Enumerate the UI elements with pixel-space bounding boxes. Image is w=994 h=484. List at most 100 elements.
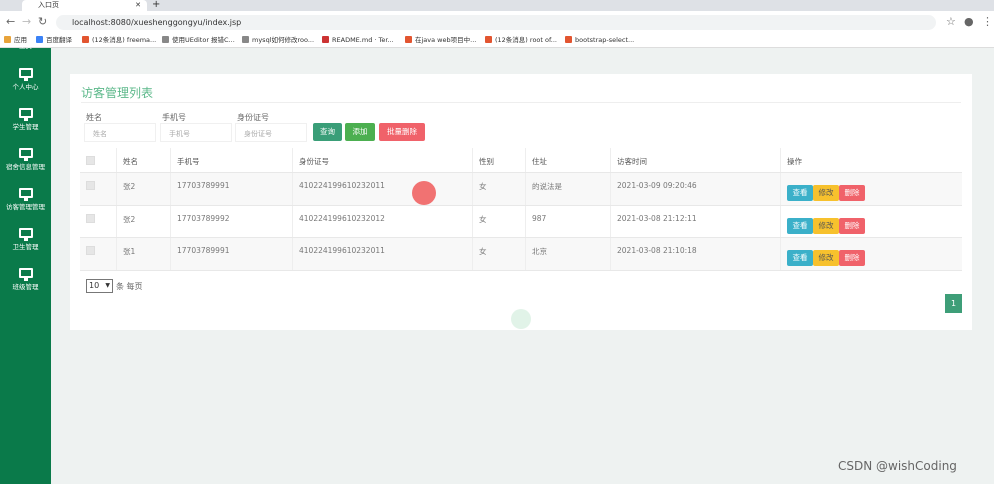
column-header: 操作 — [787, 157, 802, 166]
row-checkbox[interactable] — [86, 181, 95, 190]
column-header: 性别 — [479, 157, 494, 166]
sidebar-item[interactable]: 主页 — [0, 40, 51, 50]
name-input[interactable]: 姓名 — [84, 123, 156, 142]
sidebar-item[interactable]: 访客管理管理 — [0, 188, 51, 211]
bookmark-label: mysql如何修改roo... — [252, 36, 315, 44]
bookmark-item[interactable]: (12条消息) freema... — [82, 33, 156, 48]
column-header: 身份证号 — [299, 157, 329, 166]
sidebar-item[interactable]: 宿舍信息管理 — [0, 148, 51, 171]
edit-button[interactable]: 修改 — [813, 217, 839, 234]
monitor-icon — [18, 68, 33, 81]
chevron-down-icon: ▼ — [105, 282, 110, 289]
delete-button[interactable]: 删除 — [839, 250, 865, 266]
column-header: 姓名 — [123, 157, 138, 166]
table-cell: 17703789991 — [170, 238, 292, 270]
table-cell — [80, 206, 116, 238]
monitor-icon — [18, 228, 33, 241]
view-button[interactable]: 查看 — [787, 217, 813, 234]
bookmarks-bar: 应用 百度翻译 (12条消息) freema... 使用UEditor 报错C... m… — [0, 33, 994, 48]
bookmark-label: 使用UEditor 报错C... — [172, 36, 235, 44]
sidebar-item-label: 访客管理管理 — [6, 203, 45, 211]
bookmark-icon — [322, 36, 329, 43]
bookmark-item[interactable]: bootstrap-select... — [565, 33, 634, 48]
monitor-icon — [18, 108, 33, 121]
table-cell: 2021-03-09 09:20:46 — [610, 173, 780, 205]
table-cell: 女 — [472, 173, 525, 205]
table-cell: 张1 — [116, 238, 170, 270]
page-button-1[interactable]: 1 — [945, 294, 962, 313]
monitor-icon — [18, 268, 33, 281]
menu-icon[interactable]: ⋮ — [982, 15, 993, 28]
table-cell: 张2 — [116, 205, 170, 237]
page-size-value: 10 — [89, 281, 100, 290]
bookmark-item[interactable]: mysql如何修改roo... — [242, 33, 314, 48]
reload-icon[interactable]: ↻ — [38, 15, 47, 28]
sidebar-item[interactable]: 班级管理 — [0, 268, 51, 291]
url-input[interactable]: localhost:8080/xueshenggongyu/index.jsp — [56, 15, 936, 30]
bookmark-item[interactable]: README.md · Ter... — [322, 33, 394, 48]
divider — [81, 102, 961, 103]
idcard-input[interactable]: 身份证号 — [235, 123, 307, 142]
close-tab-icon[interactable]: ✕ — [135, 0, 141, 11]
cell-value: 张2 — [123, 214, 136, 224]
cell-value: 17703789992 — [177, 213, 230, 223]
add-button[interactable]: 添加 — [345, 123, 375, 141]
new-tab-icon[interactable]: + — [152, 0, 160, 10]
cell-value: 410224199610232011 — [299, 246, 385, 255]
table-header: 姓名 手机号 身份证号 性别 住址 访客时间 操作 — [80, 148, 962, 173]
cell-value: 17703789991 — [177, 246, 230, 255]
table-cell: 女 — [472, 205, 525, 237]
page-size-select[interactable]: 10 ▼ — [86, 279, 113, 293]
table-cell: 2021-03-08 21:12:11 — [610, 205, 780, 237]
sidebar-item[interactable]: 个人中心 — [0, 68, 51, 91]
cell-value: 女 — [479, 214, 487, 224]
browser-tab[interactable]: 入口页 ✕ — [22, 0, 147, 11]
click-ripple — [511, 309, 531, 329]
cell-value: 女 — [479, 247, 487, 256]
bookmark-label: bootstrap-select... — [575, 36, 635, 44]
view-button[interactable]: 查看 — [787, 185, 813, 201]
edit-button[interactable]: 修改 — [813, 250, 839, 266]
sidebar-item-label: 卫生管理 — [12, 243, 39, 251]
view-button[interactable]: 查看 — [787, 250, 813, 266]
bookmark-item[interactable]: 在java web项目中... — [405, 33, 476, 48]
query-button[interactable]: 查询 — [313, 123, 342, 141]
phone-label: 手机号 — [162, 113, 186, 122]
table-cell: 女 — [472, 238, 525, 270]
content-card: 访客管理列表 姓名 手机号 身份证号 姓名 手机号 身份证号 查询 添加 批量删… — [70, 74, 972, 330]
cell-value: 的说法是 — [532, 182, 562, 191]
table-cell: 987 — [525, 205, 610, 237]
bookmark-item[interactable]: (12条消息) root of... — [485, 33, 557, 48]
monitor-icon — [18, 148, 33, 161]
bookmark-icon — [242, 36, 249, 43]
table-cell — [80, 173, 116, 205]
name-label: 姓名 — [86, 113, 102, 122]
bookmark-item[interactable]: 使用UEditor 报错C... — [162, 33, 235, 48]
cell-value: 2021-03-09 09:20:46 — [617, 181, 697, 190]
row-checkbox[interactable] — [86, 246, 95, 255]
sidebar-item-label: 班级管理 — [12, 283, 39, 291]
delete-button[interactable]: 删除 — [839, 185, 865, 201]
star-icon[interactable]: ☆ — [946, 15, 956, 28]
profile-icon[interactable]: ● — [964, 15, 974, 28]
row-checkbox[interactable] — [86, 213, 95, 223]
table-cell: 查看 修改 删除 — [780, 238, 962, 270]
forward-icon[interactable]: → — [22, 15, 31, 28]
batch-delete-button[interactable]: 批量删除 — [379, 123, 425, 141]
table-row: 张2 17703789992 410224199610232012 女 987 2021-… — [80, 205, 962, 238]
table-cell: 手机号 — [170, 148, 292, 172]
edit-button[interactable]: 修改 — [813, 185, 839, 201]
back-icon[interactable]: ← — [6, 15, 15, 28]
table-cell: 2021-03-08 21:10:18 — [610, 238, 780, 270]
select-all-checkbox[interactable] — [86, 156, 95, 165]
per-page-label: 条 每页 — [116, 282, 143, 291]
table-cell: 的说法是 — [525, 173, 610, 205]
table-cell — [80, 238, 116, 270]
bookmark-icon — [405, 36, 412, 43]
delete-button[interactable]: 删除 — [839, 217, 865, 234]
phone-input[interactable]: 手机号 — [160, 123, 232, 142]
sidebar-item[interactable]: 学生管理 — [0, 108, 51, 131]
column-header: 访客时间 — [617, 157, 647, 166]
table-row: 张2 17703789991 410224199610232011 女 的说法是 2021… — [80, 173, 962, 206]
sidebar-item[interactable]: 卫生管理 — [0, 228, 51, 251]
